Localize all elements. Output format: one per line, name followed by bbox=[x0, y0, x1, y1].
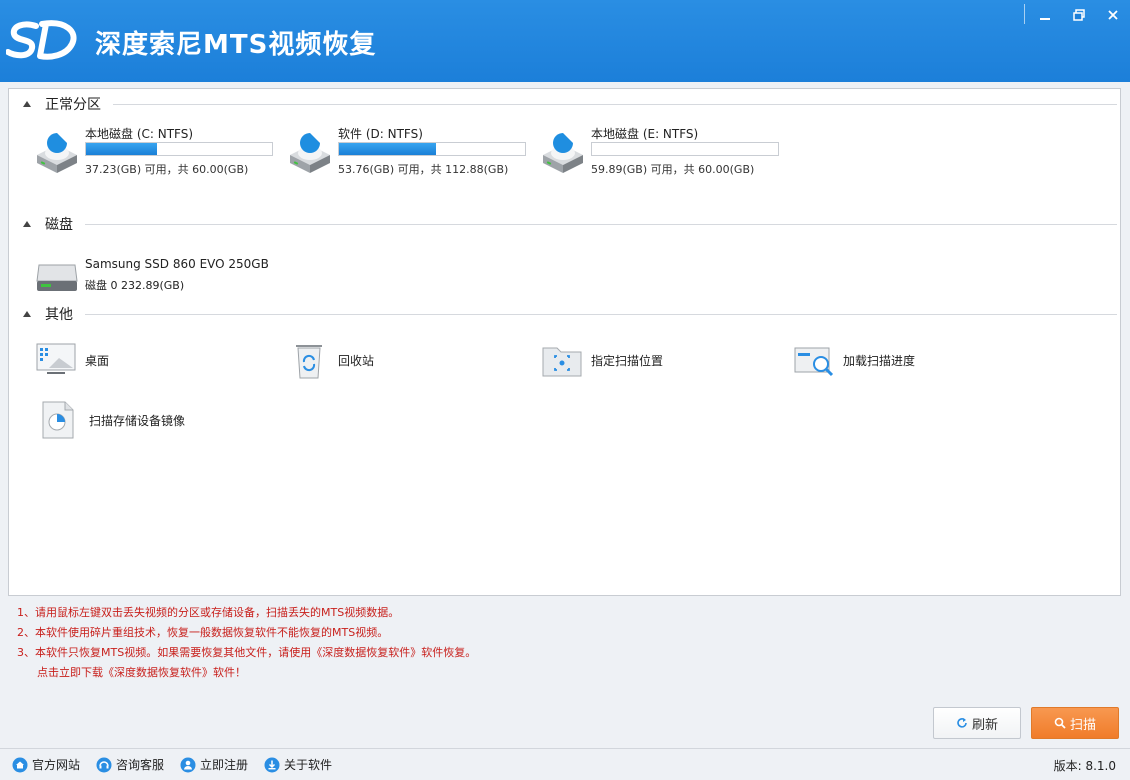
refresh-label: 刷新 bbox=[972, 714, 998, 733]
drive-usage-fill bbox=[86, 143, 157, 155]
website-label: 官方网站 bbox=[32, 756, 80, 773]
drive-usage-bar bbox=[591, 142, 779, 156]
support-link[interactable]: 咨询客服 bbox=[96, 756, 164, 773]
website-link[interactable]: 官方网站 bbox=[12, 756, 80, 773]
app-logo bbox=[6, 18, 82, 62]
drive-icon bbox=[539, 129, 587, 177]
restore-button[interactable] bbox=[1062, 0, 1096, 30]
register-label: 立即注册 bbox=[200, 756, 248, 773]
refresh-icon bbox=[956, 717, 968, 729]
drive-e[interactable]: 本地磁盘 (E: NTFS) 59.89(GB) 可用，共 60.00(GB) bbox=[539, 125, 789, 185]
other-recycle-bin[interactable]: 回收站 bbox=[288, 340, 508, 380]
scan-button[interactable]: 扫描 bbox=[1031, 707, 1119, 739]
section-label: 磁盘 bbox=[45, 214, 73, 234]
close-icon bbox=[1107, 9, 1119, 21]
divider bbox=[85, 314, 1117, 315]
disk-image-icon bbox=[39, 400, 81, 440]
drive-icon bbox=[286, 129, 334, 177]
drive-info: 53.76(GB) 可用，共 112.88(GB) bbox=[338, 161, 508, 177]
other-label: 桌面 bbox=[85, 352, 109, 369]
other-load-progress[interactable]: 加载扫描进度 bbox=[793, 340, 1013, 380]
restore-icon bbox=[1073, 9, 1085, 21]
drive-name: 本地磁盘 (C: NTFS) bbox=[85, 125, 193, 142]
disk-samsung-ssd[interactable]: Samsung SSD 860 EVO 250GB 磁盘 0 232.89(GB… bbox=[35, 255, 295, 299]
note-line: 3、本软件只恢复MTS视频。如果需要恢复其他文件，请使用《深度数据恢复软件》软件… bbox=[17, 643, 476, 663]
other-scan-image[interactable]: 扫描存储设备镜像 bbox=[39, 400, 259, 440]
section-disks[interactable]: 磁盘 bbox=[21, 214, 1117, 234]
title-bar: 深度索尼MTS视频恢复 bbox=[0, 0, 1130, 82]
desktop-icon bbox=[35, 340, 77, 380]
section-other[interactable]: 其他 bbox=[21, 304, 1117, 324]
status-bar: 官方网站 咨询客服 立即注册 关于软件 版本: 8.1.0 bbox=[0, 748, 1130, 780]
download-icon bbox=[264, 757, 280, 773]
recycle-bin-icon bbox=[288, 340, 330, 380]
drive-usage-bar bbox=[338, 142, 526, 156]
section-normal-partitions[interactable]: 正常分区 bbox=[21, 94, 1117, 114]
version-label: 版本: 8.1.0 bbox=[1054, 757, 1116, 774]
note-line: 1、请用鼠标左键双击丢失视频的分区或存储设备，扫描丢失的MTS视频数据。 bbox=[17, 603, 476, 623]
headset-icon bbox=[96, 757, 112, 773]
main-panel: 正常分区 本地磁盘 (C: NTFS) 37.23(GB) 可用，共 60.00… bbox=[8, 88, 1121, 596]
minimize-button[interactable] bbox=[1028, 0, 1062, 30]
disk-info: 磁盘 0 232.89(GB) bbox=[85, 277, 184, 293]
note-line: 2、本软件使用碎片重组技术，恢复一般数据恢复软件不能恢复的MTS视频。 bbox=[17, 623, 476, 643]
other-desktop[interactable]: 桌面 bbox=[35, 340, 255, 380]
section-label: 正常分区 bbox=[45, 94, 101, 114]
drive-icon bbox=[33, 129, 81, 177]
search-icon bbox=[1054, 717, 1066, 729]
disk-name: Samsung SSD 860 EVO 250GB bbox=[85, 257, 269, 271]
app-title: 深度索尼MTS视频恢复 bbox=[95, 24, 376, 61]
drive-info: 37.23(GB) 可用，共 60.00(GB) bbox=[85, 161, 248, 177]
drive-usage-bar bbox=[85, 142, 273, 156]
drive-name: 软件 (D: NTFS) bbox=[338, 125, 423, 142]
drive-d[interactable]: 软件 (D: NTFS) 53.76(GB) 可用，共 112.88(GB) bbox=[286, 125, 536, 185]
collapse-triangle-icon bbox=[23, 221, 31, 227]
divider bbox=[113, 104, 1117, 105]
divider bbox=[1024, 4, 1025, 24]
scan-label: 扫描 bbox=[1070, 714, 1096, 733]
divider bbox=[85, 224, 1117, 225]
drive-info: 59.89(GB) 可用，共 60.00(GB) bbox=[591, 161, 754, 177]
home-icon bbox=[12, 757, 28, 773]
other-label: 回收站 bbox=[338, 352, 374, 369]
drive-usage-fill bbox=[339, 143, 436, 155]
window-controls bbox=[1028, 0, 1130, 30]
refresh-button[interactable]: 刷新 bbox=[933, 707, 1021, 739]
hard-disk-icon bbox=[35, 255, 79, 295]
collapse-triangle-icon bbox=[23, 311, 31, 317]
usage-notes: 1、请用鼠标左键双击丢失视频的分区或存储设备，扫描丢失的MTS视频数据。 2、本… bbox=[17, 603, 476, 683]
load-progress-icon bbox=[793, 340, 835, 380]
close-button[interactable] bbox=[1096, 0, 1130, 30]
folder-scan-icon bbox=[541, 340, 583, 380]
other-label: 扫描存储设备镜像 bbox=[89, 412, 185, 429]
register-link[interactable]: 立即注册 bbox=[180, 756, 248, 773]
about-label: 关于软件 bbox=[284, 756, 332, 773]
other-label: 指定扫描位置 bbox=[591, 352, 663, 369]
section-label: 其他 bbox=[45, 304, 73, 324]
about-link[interactable]: 关于软件 bbox=[264, 756, 332, 773]
drive-name: 本地磁盘 (E: NTFS) bbox=[591, 125, 698, 142]
download-link[interactable]: 点击立即下载《深度数据恢复软件》软件！ bbox=[17, 663, 476, 683]
minimize-icon bbox=[1039, 9, 1051, 21]
drive-c[interactable]: 本地磁盘 (C: NTFS) 37.23(GB) 可用，共 60.00(GB) bbox=[33, 125, 283, 185]
other-scan-location[interactable]: 指定扫描位置 bbox=[541, 340, 761, 380]
support-label: 咨询客服 bbox=[116, 756, 164, 773]
other-label: 加载扫描进度 bbox=[843, 352, 915, 369]
collapse-triangle-icon bbox=[23, 101, 31, 107]
user-icon bbox=[180, 757, 196, 773]
